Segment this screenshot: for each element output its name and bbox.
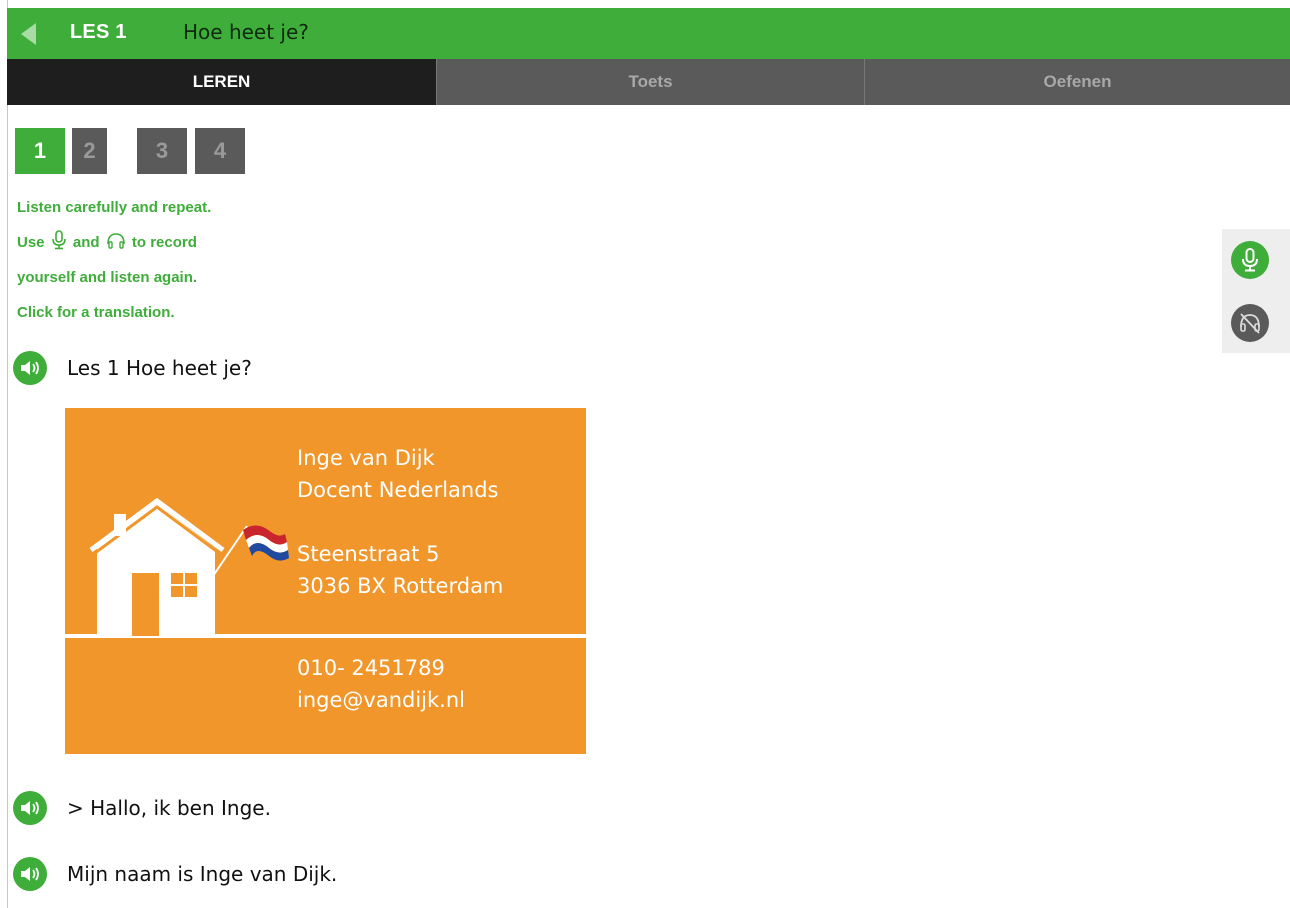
instruction-line-4: Click for a translation.	[17, 304, 175, 321]
card-role: Docent Nederlands	[297, 478, 499, 502]
speaker-icon	[21, 361, 39, 375]
tab-toets[interactable]: Toets	[436, 59, 864, 105]
record-button[interactable]	[1231, 241, 1269, 279]
audio-line-1: Les 1 Hoe heet je?	[13, 351, 252, 385]
tab-leren[interactable]: LEREN	[7, 59, 436, 105]
speaker-icon	[21, 867, 39, 881]
microphone-icon	[1242, 248, 1258, 272]
audio-line-text[interactable]: > Hallo, ik ben Inge.	[67, 796, 271, 820]
speaker-button[interactable]	[13, 857, 47, 891]
audio-line-3: Mijn naam is Inge van Dijk.	[13, 857, 337, 891]
playback-button[interactable]	[1231, 304, 1269, 342]
instructions: Listen carefully and repeat. Use and to …	[17, 190, 211, 330]
lesson-title: Hoe heet je?	[183, 20, 309, 44]
speaker-icon	[21, 801, 39, 815]
card-contact-bottom: 010- 2451789 inge@vandijk.nl	[297, 652, 465, 716]
business-card-image: Inge van Dijk Docent Nederlands Steenstr…	[65, 408, 586, 754]
step-button-3[interactable]: 3	[137, 128, 187, 174]
audio-line-text[interactable]: Mijn naam is Inge van Dijk.	[67, 862, 337, 886]
card-name: Inge van Dijk	[297, 446, 435, 470]
audio-line-2: > Hallo, ik ben Inge.	[13, 791, 271, 825]
lesson-header: LES 1 Hoe heet je?	[7, 8, 1290, 59]
back-arrow-icon[interactable]	[21, 23, 36, 45]
card-email: inge@vandijk.nl	[297, 688, 465, 712]
step-button-2[interactable]: 2	[72, 128, 107, 174]
speaker-button[interactable]	[13, 351, 47, 385]
lesson-label: LES 1	[70, 21, 127, 43]
headphones-icon	[1240, 313, 1260, 334]
step-button-4[interactable]: 4	[195, 128, 245, 174]
microphone-icon	[51, 230, 66, 250]
card-contact-top: Inge van Dijk Docent Nederlands Steenstr…	[297, 442, 503, 602]
instruction-line-1: Listen carefully and repeat.	[17, 199, 212, 216]
record-tools-panel	[1222, 229, 1290, 353]
card-phone: 010- 2451789	[297, 656, 445, 680]
tab-oefenen[interactable]: Oefenen	[864, 59, 1290, 105]
step-button-1[interactable]: 1	[15, 128, 65, 174]
audio-line-text[interactable]: Les 1 Hoe heet je?	[67, 356, 252, 380]
tab-bar: LEREN Toets Oefenen	[7, 59, 1290, 105]
card-street: Steenstraat 5	[297, 542, 440, 566]
instruction-line-3: yourself and listen again.	[17, 269, 198, 286]
speaker-button[interactable]	[13, 791, 47, 825]
card-city: 3036 BX Rotterdam	[297, 574, 504, 598]
instruction-line-2: Use and to record	[17, 225, 211, 260]
headphones-icon	[106, 233, 125, 249]
